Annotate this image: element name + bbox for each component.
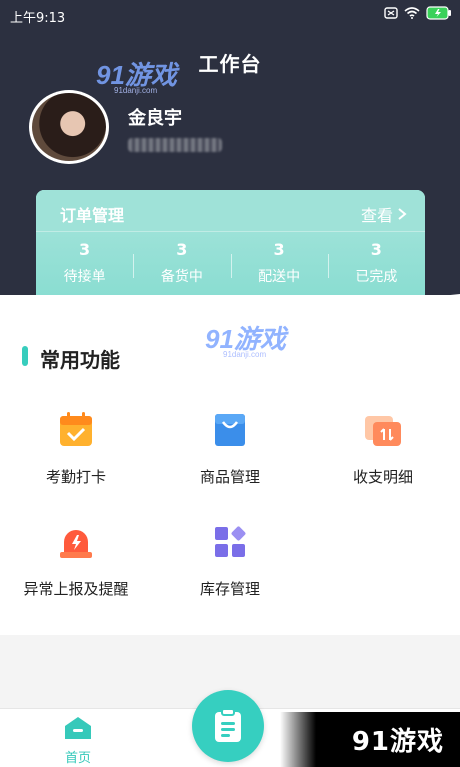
order-view-link[interactable]: 查看 <box>361 202 407 226</box>
func-products[interactable]: 商品管理 <box>160 410 300 487</box>
order-view-label: 查看 <box>360 206 393 225</box>
watermark-logo-subtext: 91danji.com <box>223 350 266 359</box>
status-icons <box>384 6 452 20</box>
phone-number-redacted <box>128 138 222 152</box>
calendar-check-icon <box>60 412 92 446</box>
section-title: 常用功能 <box>40 348 120 372</box>
transfer-cards-icon <box>365 416 401 446</box>
clipboard-icon <box>215 708 241 742</box>
func-label: 异常上报及提醒 <box>23 580 129 598</box>
func-exception-report[interactable]: 异常上报及提醒 <box>6 522 146 599</box>
watermark-brand-text: 91游戏 <box>351 727 444 757</box>
avatar-image <box>32 93 106 161</box>
status-bar: 上午9:13 <box>0 0 460 30</box>
orders-fab-button[interactable] <box>192 690 264 762</box>
func-label: 库存管理 <box>199 580 260 598</box>
battery-icon <box>426 6 451 20</box>
func-income-expense[interactable]: 收支明细 <box>313 410 453 487</box>
page-title: 工作台 <box>198 52 262 76</box>
order-card-title: 订单管理 <box>60 206 125 225</box>
stat-value: 3 <box>176 240 188 259</box>
order-card-header: 订单管理 查看 <box>36 190 425 232</box>
tab-home-label: 首页 <box>64 751 91 766</box>
func-label: 商品管理 <box>199 468 260 486</box>
stat-value: 3 <box>79 240 91 259</box>
func-label: 考勤打卡 <box>45 468 106 486</box>
home-icon <box>65 717 91 739</box>
chevron-right-icon <box>398 208 407 220</box>
func-attendance[interactable]: 考勤打卡 <box>6 410 146 487</box>
avatar[interactable] <box>29 90 109 164</box>
func-label: 收支明细 <box>352 468 413 486</box>
notification-icon <box>384 7 398 19</box>
status-time: 上午9:13 <box>10 11 66 26</box>
section-accent-bar <box>22 346 28 366</box>
shopping-bag-icon <box>215 414 245 446</box>
stat-value: 3 <box>273 240 285 259</box>
inventory-grid-icon <box>215 526 246 557</box>
username: 金良宇 <box>128 108 182 129</box>
wifi-icon <box>404 7 420 19</box>
watermark-brand-corner: 91游戏 <box>280 712 460 767</box>
alarm-light-icon <box>60 530 92 558</box>
watermark-logo-subtext: 91danji.com <box>114 86 157 95</box>
stat-value: 3 <box>370 240 382 259</box>
watermark-logo: 91游戏 91danji.com <box>96 60 180 95</box>
watermark-logo: 91游戏 91danji.com <box>205 324 289 359</box>
app-screen: 上午9:13 工作台 91游戏 91danji.com 金良宇 订单管理 查看 … <box>0 0 460 767</box>
tab-home[interactable]: 首页 <box>48 715 108 766</box>
func-inventory[interactable]: 库存管理 <box>160 522 300 599</box>
